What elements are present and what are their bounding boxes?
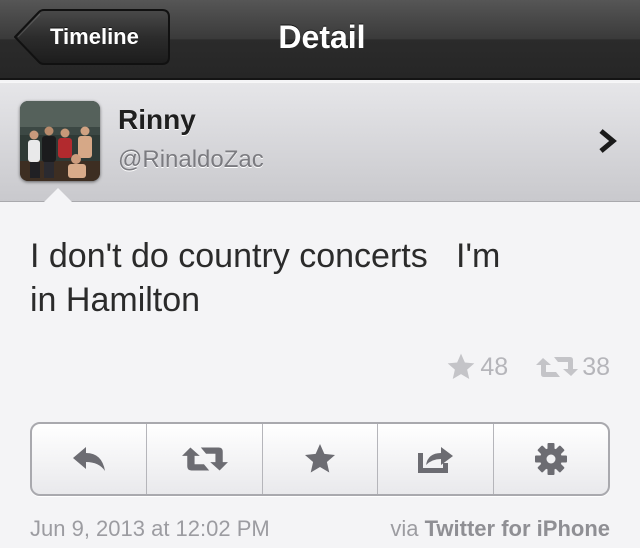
navigation-bar: Timeline Detail: [0, 0, 640, 80]
gear-icon: [534, 443, 567, 475]
avatar-photo: [20, 101, 100, 181]
retweet-icon: [536, 357, 579, 377]
retweets-count: 38: [582, 352, 610, 381]
more-options-button[interactable]: [494, 424, 608, 494]
reply-icon: [73, 447, 106, 471]
profile-pointer-notch: [44, 188, 72, 202]
user-handle: @RinaldoZac: [118, 146, 264, 173]
avatar[interactable]: [20, 101, 100, 181]
page-title: Detail: [278, 19, 366, 55]
favorites-count: 48: [480, 352, 509, 381]
retweet-button[interactable]: [147, 424, 263, 494]
tweet-timestamp: Jun 9, 2013 at 12:02 PM: [30, 516, 270, 541]
favorites-stat[interactable]: 48: [444, 351, 508, 383]
tweet-action-bar: [30, 422, 610, 496]
chevron-right-icon[interactable]: [594, 127, 622, 155]
share-icon: [418, 447, 454, 473]
tweet-text: I don't do country concerts I'm in Hamil…: [30, 237, 501, 319]
via-prefix: via: [390, 516, 425, 541]
favorite-button[interactable]: [263, 424, 379, 494]
retweets-stat[interactable]: 38: [534, 352, 610, 382]
retweet-icon: [181, 447, 228, 471]
display-name: Rinny: [118, 104, 196, 135]
profile-header[interactable]: Rinny @RinaldoZac: [0, 82, 640, 202]
client-name-link[interactable]: Twitter for iPhone: [425, 516, 610, 541]
star-icon: [448, 353, 475, 379]
tweet-source: via Twitter for iPhone: [390, 516, 610, 542]
star-icon: [305, 444, 336, 473]
share-button[interactable]: [378, 424, 494, 494]
reply-button[interactable]: [32, 424, 148, 494]
tweet-stats: 48 38: [444, 350, 610, 384]
